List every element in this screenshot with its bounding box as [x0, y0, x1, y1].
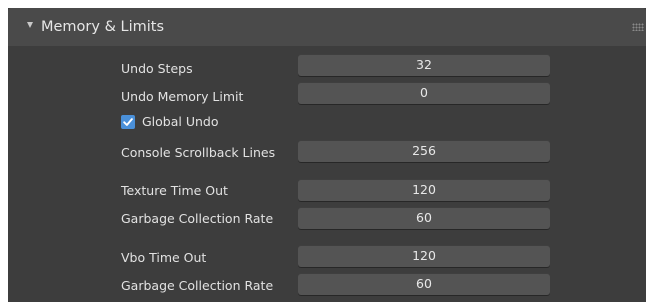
- vbo-time-out-label: Vbo Time Out: [121, 250, 207, 265]
- vbo-garbage-collection-rate-label: Garbage Collection Rate: [121, 278, 274, 293]
- global-undo-checkbox[interactable]: [121, 115, 135, 129]
- global-undo-label: Global Undo: [142, 114, 219, 129]
- panel-header-memory-limits[interactable]: Memory & Limits: [8, 8, 646, 46]
- vbo-garbage-collection-rate-field[interactable]: 60: [298, 273, 550, 295]
- checkmark-icon: [123, 118, 133, 126]
- undo-steps-field[interactable]: 32: [298, 54, 550, 76]
- texture-time-out-field[interactable]: 120: [298, 179, 550, 201]
- preferences-panel: Memory & Limits Undo Steps 32 Undo Memor…: [8, 8, 646, 302]
- undo-steps-label: Undo Steps: [121, 61, 193, 76]
- console-scrollback-lines-label: Console Scrollback Lines: [121, 145, 276, 160]
- collapse-triangle-icon[interactable]: [27, 22, 33, 28]
- console-scrollback-lines-field[interactable]: 256: [298, 140, 550, 162]
- texture-garbage-collection-rate-field[interactable]: 60: [298, 207, 550, 229]
- undo-memory-limit-field[interactable]: 0: [298, 82, 550, 104]
- panel-title: Memory & Limits: [41, 19, 164, 35]
- vbo-time-out-field[interactable]: 120: [298, 245, 550, 267]
- texture-garbage-collection-rate-label: Garbage Collection Rate: [121, 211, 274, 226]
- drag-handle-icon[interactable]: [632, 23, 644, 31]
- panel-body: Undo Steps 32 Undo Memory Limit 0 Global…: [8, 46, 646, 302]
- undo-memory-limit-label: Undo Memory Limit: [121, 89, 244, 104]
- texture-time-out-label: Texture Time Out: [121, 183, 228, 198]
